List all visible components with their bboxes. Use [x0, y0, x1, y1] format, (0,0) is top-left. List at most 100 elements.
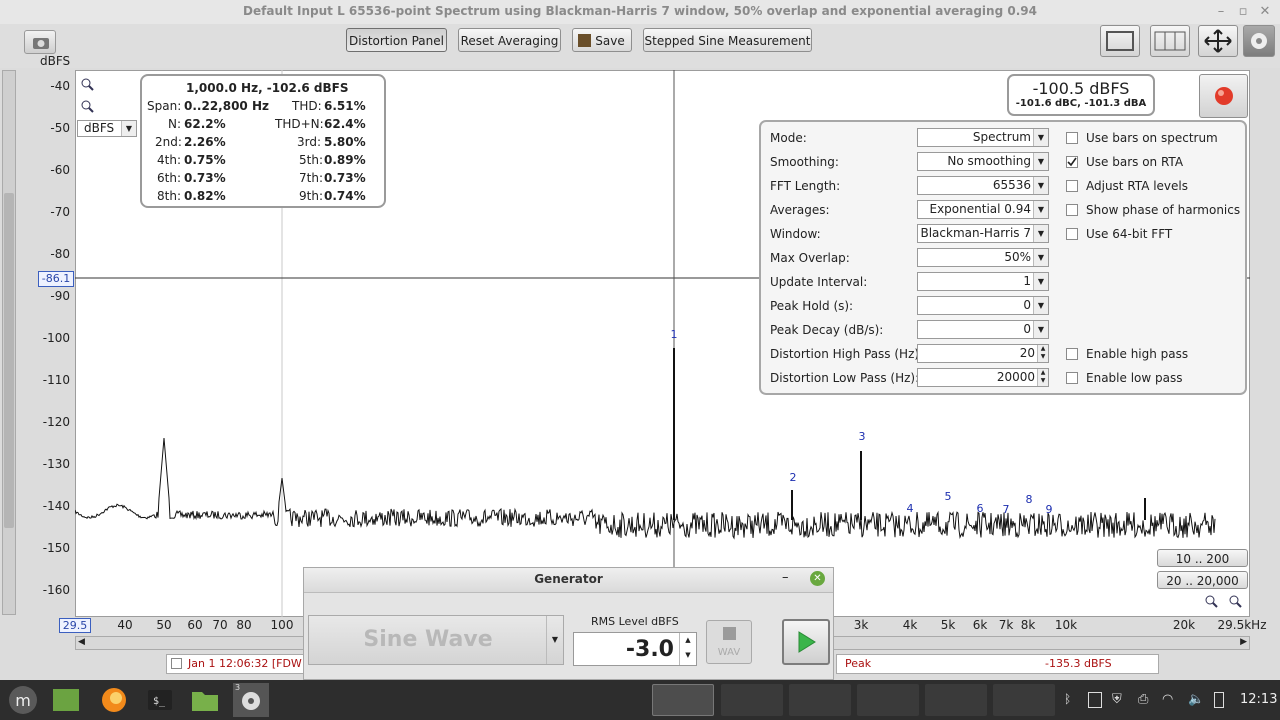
high-pass-spinbox[interactable]: 20 ▲ ▼: [917, 344, 1049, 363]
smoothing-label: Smoothing:: [770, 155, 839, 169]
task-slot-active[interactable]: [652, 684, 714, 716]
battery-icon[interactable]: [1214, 692, 1224, 708]
peak-decay-label: Peak Decay (dB/s):: [770, 323, 884, 337]
x-tick-label: 20k: [1172, 618, 1196, 632]
low-pass-spinbox[interactable]: 20000 ▲ ▼: [917, 368, 1049, 387]
enable-high-pass-label: Enable high pass: [1086, 347, 1189, 361]
status-log-field: Jan 1 12:06:32 [FDW: [166, 654, 306, 674]
peak-hold-select[interactable]: 0 ▼: [917, 296, 1049, 315]
close-button[interactable]: ✕: [1256, 3, 1274, 21]
spin-arrows-icon[interactable]: ▲ ▼: [679, 633, 696, 665]
update-interval-select[interactable]: 1 ▼: [917, 272, 1049, 291]
single-view-icon[interactable]: [1100, 25, 1140, 57]
scroll-right-icon[interactable]: ▶: [1240, 637, 1247, 647]
x-zoom-in-icon[interactable]: [1204, 594, 1218, 608]
vertical-scroll-thumb[interactable]: [4, 193, 14, 528]
h5-label: 5th:: [299, 153, 323, 167]
fft-64bit-checkbox[interactable]: [1066, 228, 1078, 240]
bluetooth-icon[interactable]: ᛒ: [1064, 692, 1078, 708]
scroll-left-icon[interactable]: ◀: [78, 637, 85, 647]
averages-select[interactable]: Exponential 0.94 ▼: [917, 200, 1049, 219]
max-overlap-value: 50%: [1004, 250, 1031, 264]
volume-icon[interactable]: 🔈: [1188, 692, 1204, 708]
window-count-badge: 3: [235, 683, 241, 692]
rew-app-icon[interactable]: 3: [233, 683, 269, 717]
printer-icon[interactable]: ⎙: [1138, 692, 1154, 708]
split-view-icon[interactable]: [1150, 25, 1190, 57]
peak-decay-select[interactable]: 0 ▼: [917, 320, 1049, 339]
record-button[interactable]: [1199, 74, 1248, 118]
x-tick-label: 5k: [940, 618, 956, 632]
wav-file-icon: [723, 627, 736, 640]
generator-play-button[interactable]: [782, 619, 830, 665]
terminal-icon[interactable]: $_: [142, 683, 178, 717]
distortion-panel-button[interactable]: Distortion Panel: [346, 28, 447, 52]
clock: 12:13: [1240, 692, 1278, 707]
h2-label: 2nd:: [155, 135, 182, 149]
adjust-rta-checkbox[interactable]: [1066, 180, 1078, 192]
cursor-level-readout: -86.1: [38, 271, 74, 287]
generator-minimize-button[interactable]: –: [782, 570, 789, 585]
max-overlap-select[interactable]: 50% ▼: [917, 248, 1049, 267]
rms-level-spinbox[interactable]: -3.0 ▲ ▼: [573, 632, 697, 666]
generator-window: Generator – ✕ Sine Wave ▼ RMS Level dBFS…: [303, 567, 834, 680]
window-select[interactable]: Blackman-Harris 7 ▼: [917, 224, 1049, 243]
y-tick-label: -70: [50, 205, 70, 219]
spin-arrows-icon[interactable]: ▲ ▼: [1037, 345, 1048, 362]
fft-length-select[interactable]: 65536 ▼: [917, 176, 1049, 195]
enable-low-pass-checkbox[interactable]: [1066, 372, 1078, 384]
fit-arrows-icon[interactable]: [1198, 25, 1238, 57]
shield-icon[interactable]: ⛨: [1112, 692, 1128, 708]
x-zoom-out-icon[interactable]: [1228, 594, 1242, 608]
y-tick-label: -90: [50, 289, 70, 303]
mode-select[interactable]: Spectrum ▼: [917, 128, 1049, 147]
level-main: -100.5 dBFS: [1032, 79, 1130, 98]
status-log-checkbox[interactable]: [171, 658, 182, 669]
zoom-out-icon[interactable]: [80, 99, 94, 113]
bars-on-spectrum-checkbox[interactable]: [1066, 132, 1078, 144]
save-button[interactable]: Save: [572, 28, 632, 52]
zoom-in-icon[interactable]: [80, 77, 94, 91]
files-icon[interactable]: [187, 683, 223, 717]
window-titlebar: Default Input L 65536-point Spectrum usi…: [0, 0, 1280, 25]
minimize-button[interactable]: –: [1212, 3, 1230, 21]
spin-arrows-icon[interactable]: ▲ ▼: [1037, 369, 1048, 386]
task-slot[interactable]: [789, 684, 851, 716]
fft-length-label: FFT Length:: [770, 179, 841, 193]
stepped-sine-button[interactable]: Stepped Sine Measurement: [643, 28, 812, 52]
smoothing-select[interactable]: No smoothing ▼: [917, 152, 1049, 171]
y-tick-label: -40: [50, 79, 70, 93]
reset-averaging-button[interactable]: Reset Averaging: [458, 28, 561, 52]
window-value: Blackman-Harris 7: [920, 226, 1031, 240]
firefox-icon[interactable]: [96, 683, 132, 717]
wifi-icon[interactable]: ◠: [1162, 692, 1180, 708]
range-20-20000-button[interactable]: 20 .. 20,000: [1157, 571, 1248, 589]
task-slot[interactable]: [993, 684, 1055, 716]
phase-harmonics-checkbox[interactable]: [1066, 204, 1078, 216]
task-slot[interactable]: [857, 684, 919, 716]
range-10-200-button[interactable]: 10 .. 200: [1157, 549, 1248, 567]
averages-value: Exponential 0.94: [929, 202, 1032, 216]
menu-icon[interactable]: m: [5, 683, 41, 717]
waveform-select[interactable]: Sine Wave ▼: [308, 615, 564, 665]
peak-decay-value: 0: [1023, 322, 1031, 336]
x-tick-label: 50: [156, 618, 172, 632]
bars-on-rta-checkbox[interactable]: [1066, 156, 1078, 168]
task-slot[interactable]: [925, 684, 987, 716]
clipboard-icon[interactable]: [1088, 692, 1102, 708]
thd-label: THD:: [292, 99, 322, 113]
vertical-scrollbar[interactable]: [2, 70, 16, 615]
wav-button[interactable]: WAV: [706, 620, 752, 664]
y-unit-select[interactable]: dBFS ▼: [77, 120, 137, 137]
enable-high-pass-checkbox[interactable]: [1066, 348, 1078, 360]
camera-icon[interactable]: [24, 30, 56, 54]
x-tick-label: 60: [187, 618, 203, 632]
harmonic-marker-label: 1: [671, 328, 678, 341]
generator-close-button[interactable]: ✕: [810, 571, 825, 586]
maximize-button[interactable]: ▫: [1234, 3, 1252, 21]
y-unit-select-value: dBFS: [84, 121, 115, 135]
task-slot[interactable]: [721, 684, 783, 716]
harmonic-marker-label: 7: [1003, 503, 1010, 516]
settings-gear-icon[interactable]: [1243, 25, 1275, 57]
desktop-icon[interactable]: [48, 683, 84, 717]
